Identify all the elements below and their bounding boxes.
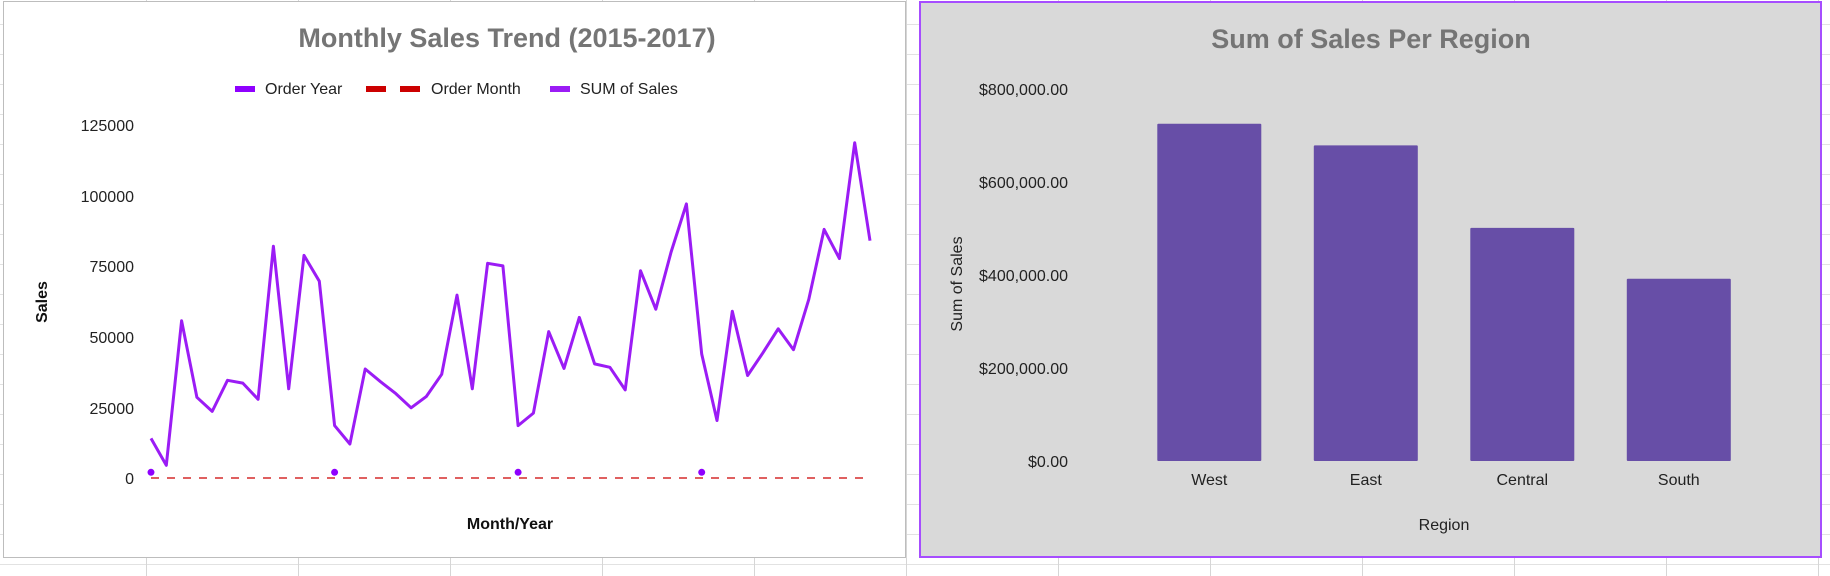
series-line-sum-of-sales [149,141,872,467]
y-axis-title: Sales [34,281,51,323]
data-point-order-year [698,468,706,476]
sales-per-region-chart[interactable]: Sum of Sales Per Region $800,000.00 $600… [919,1,1822,558]
y-tick-label: 50000 [90,330,135,347]
data-point-order-year [514,468,522,476]
x-tick-label: East [1350,472,1383,489]
x-tick-label: South [1658,472,1700,489]
x-axis-title: Region [1419,517,1470,534]
legend-label-order-year: Order Year [265,81,343,98]
x-tick-label: West [1191,472,1228,489]
y-tick-label: 100000 [81,189,134,206]
data-point-order-year [331,468,339,476]
y-tick-label: $200,000.00 [979,361,1068,378]
line-plot-area [147,141,872,479]
legend-label-order-month: Order Month [431,81,521,98]
y-tick-label: 75000 [90,259,135,276]
data-point-order-year [147,468,155,476]
y-tick-label: $600,000.00 [979,175,1068,192]
y-axis-title: Sum of Sales [949,236,966,331]
y-tick-label: $800,000.00 [979,82,1068,99]
bar-central [1470,227,1575,461]
line-chart-svg: Monthly Sales Trend (2015-2017) Order Ye… [34,23,872,533]
bar-east [1313,145,1418,461]
chart-legend: Order Year Order Month SUM of Sales [235,81,678,98]
legend-label-sum-of-sales: SUM of Sales [580,81,678,98]
y-tick-label: $400,000.00 [979,268,1068,285]
x-axis-title: Month/Year [467,516,553,533]
bar-west [1157,123,1262,461]
x-tick-label: Central [1497,472,1549,489]
bar-plot-area: West East Central South [1157,123,1731,489]
y-tick-label: 25000 [90,401,135,418]
y-tick-label: $0.00 [1028,454,1068,471]
chart-title: Monthly Sales Trend (2015-2017) [298,23,715,53]
monthly-sales-chart[interactable]: Monthly Sales Trend (2015-2017) Order Ye… [3,1,906,558]
y-tick-label: 125000 [81,118,134,135]
chart-title: Sum of Sales Per Region [1211,24,1531,54]
bar-chart-svg: Sum of Sales Per Region $800,000.00 $600… [949,24,1731,534]
y-tick-label: 0 [125,471,134,488]
bar-south [1626,278,1731,461]
